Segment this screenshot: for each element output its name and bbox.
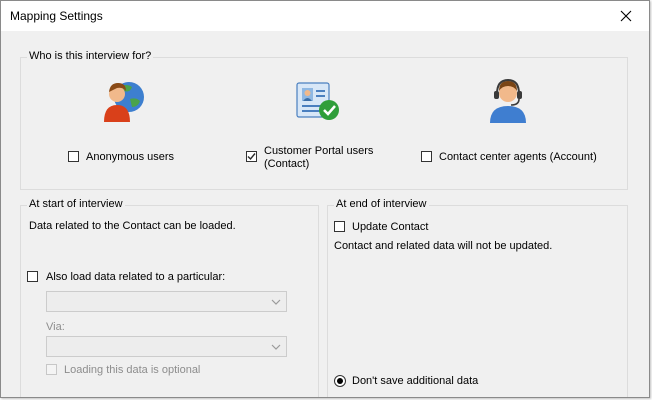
loading-optional-checkbox[interactable] bbox=[46, 364, 57, 375]
update-contact-label: Update Contact bbox=[352, 221, 429, 233]
dont-save-radio[interactable] bbox=[334, 375, 346, 387]
also-load-checkbox[interactable] bbox=[27, 271, 38, 282]
end-description: Contact and related data will not be upd… bbox=[334, 240, 553, 252]
contact-center-agents-label: Contact center agents (Account) bbox=[439, 151, 597, 163]
update-contact-checkbox[interactable] bbox=[334, 221, 345, 232]
entity-dropdown[interactable] bbox=[46, 291, 287, 312]
start-group-legend: At start of interview bbox=[27, 198, 125, 210]
customer-portal-users-label-line2: (Contact) bbox=[264, 158, 310, 170]
window-title: Mapping Settings bbox=[10, 9, 103, 23]
contact-card-check-icon bbox=[296, 82, 339, 120]
also-load-label: Also load data related to a particular: bbox=[46, 271, 226, 283]
anonymous-users-label: Anonymous users bbox=[86, 151, 175, 163]
via-label: Via: bbox=[46, 321, 65, 333]
mapping-settings-dialog: Mapping Settings Who is this interview f… bbox=[0, 0, 650, 398]
chevron-down-icon bbox=[271, 344, 281, 350]
via-dropdown[interactable] bbox=[46, 336, 287, 357]
headset-agent-icon bbox=[490, 78, 526, 123]
radio-selected-dot bbox=[337, 378, 343, 384]
chevron-down-icon bbox=[271, 299, 281, 305]
contact-center-agents-checkbox[interactable] bbox=[421, 151, 432, 162]
end-group: At end of interview Update Contact Conta… bbox=[327, 198, 628, 397]
who-group: Who is this interview for? Anonymous use… bbox=[20, 50, 628, 190]
end-group-legend: At end of interview bbox=[334, 198, 429, 210]
who-group-legend: Who is this interview for? bbox=[27, 50, 154, 62]
anonymous-users-checkbox[interactable] bbox=[68, 151, 79, 162]
start-group: At start of interview Data related to th… bbox=[20, 198, 319, 397]
title-bar: Mapping Settings bbox=[1, 1, 649, 31]
close-button[interactable] bbox=[603, 1, 649, 31]
checkmark-icon bbox=[247, 153, 256, 161]
customer-portal-users-label-line1: Customer Portal users bbox=[264, 145, 374, 157]
globe-user-icon bbox=[104, 82, 144, 122]
loading-optional-label: Loading this data is optional bbox=[64, 364, 201, 376]
customer-portal-users-checkbox[interactable] bbox=[246, 151, 257, 162]
start-description: Data related to the Contact can be loade… bbox=[29, 220, 236, 232]
close-icon bbox=[620, 10, 632, 22]
dont-save-label: Don't save additional data bbox=[352, 375, 479, 387]
